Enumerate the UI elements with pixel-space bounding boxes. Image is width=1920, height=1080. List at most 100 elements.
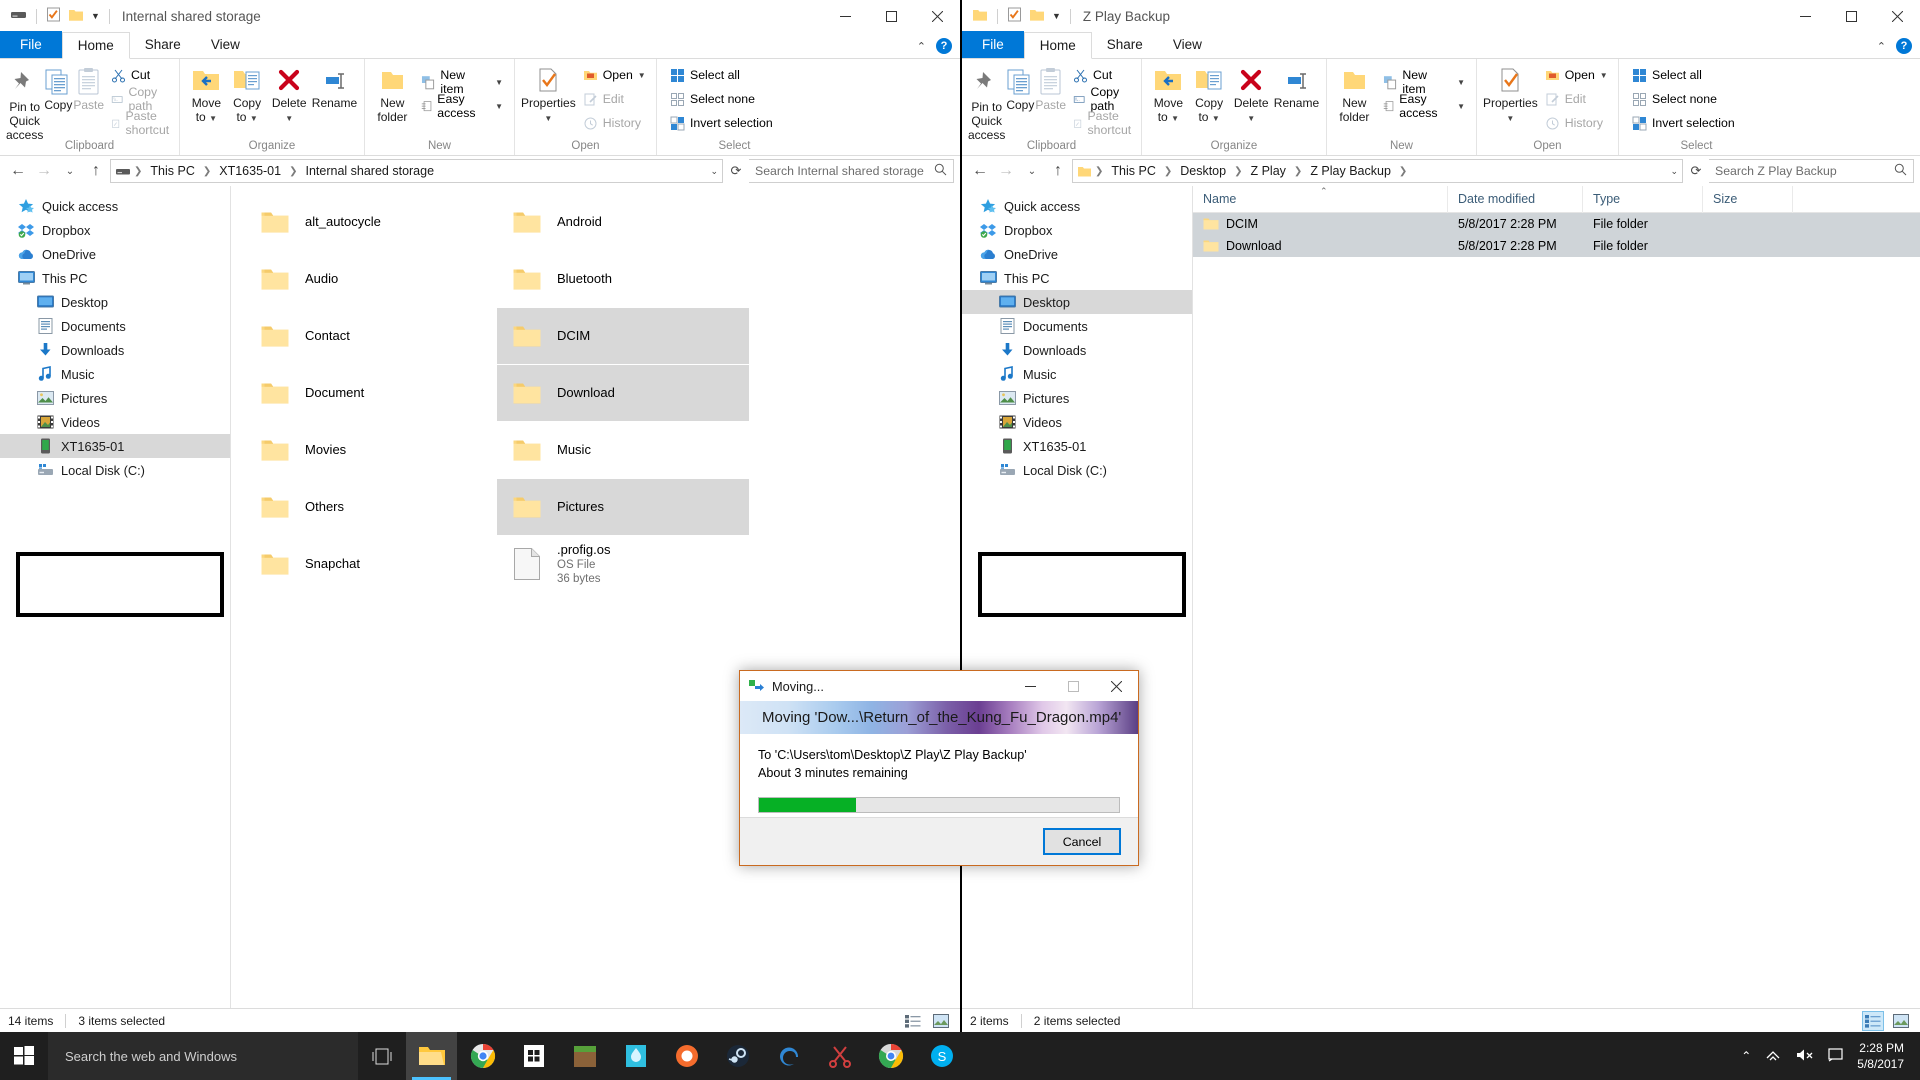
file-tile[interactable]: Document <box>245 365 497 421</box>
tab-file[interactable]: File <box>0 31 62 58</box>
breadcrumb-item-2[interactable]: Internal shared storage <box>300 163 439 179</box>
cut-button[interactable]: Cut <box>106 64 180 86</box>
file-tile[interactable]: Download <box>497 365 749 421</box>
file-tile[interactable]: alt_autocycle <box>245 194 497 250</box>
taskbar-app-sims[interactable] <box>610 1032 661 1080</box>
breadcrumb-item-0[interactable]: This PC <box>145 163 199 179</box>
file-tile[interactable]: Bluetooth <box>497 251 749 307</box>
taskbar-search-input[interactable]: Search the web and Windows <box>48 1032 358 1080</box>
file-tile[interactable]: Pictures <box>497 479 749 535</box>
move-to-button[interactable]: Move to ▼ <box>1148 63 1189 125</box>
breadcrumb-item-1[interactable]: Desktop <box>1175 163 1231 179</box>
open-button[interactable]: Open ▼ <box>578 64 651 86</box>
collapse-ribbon-icon[interactable]: ⌃ <box>1877 40 1886 53</box>
nav-item-local-disk-c[interactable]: Local Disk (C:) <box>0 458 230 482</box>
help-icon[interactable]: ? <box>1896 38 1912 54</box>
file-list-pane-left[interactable]: alt_autocycle Android Audio Bluetooth Contac… <box>230 186 960 1008</box>
cut-button[interactable]: Cut <box>1068 64 1142 86</box>
search-input[interactable]: Search Internal shared storage <box>749 159 954 183</box>
nav-item-pictures[interactable]: Pictures <box>962 386 1192 410</box>
properties-icon[interactable] <box>1007 7 1022 25</box>
select-none-button[interactable]: Select none <box>665 88 778 110</box>
move-to-button[interactable]: Move to ▼ <box>186 63 227 125</box>
taskbar-app-skype[interactable]: S <box>916 1032 967 1080</box>
nav-item-music[interactable]: Music <box>962 362 1192 386</box>
file-tile[interactable]: Contact <box>245 308 497 364</box>
new-folder-icon[interactable] <box>1029 8 1045 25</box>
tab-view[interactable]: View <box>196 31 255 58</box>
help-icon[interactable]: ? <box>936 38 952 54</box>
taskbar-app-chrome-2[interactable] <box>865 1032 916 1080</box>
nav-item-xt1635-01[interactable]: XT1635-01 <box>962 434 1192 458</box>
properties-icon[interactable] <box>46 7 61 25</box>
breadcrumb-item-0[interactable]: This PC <box>1106 163 1160 179</box>
file-tile[interactable]: Snapchat <box>245 536 497 592</box>
copy-button[interactable]: Copy <box>1005 63 1035 113</box>
tab-home[interactable]: Home <box>61 32 130 59</box>
file-list-pane-right[interactable]: Name ⌃ Date modified Type Size DCIM 5/8/2017 … <box>1192 186 1920 1008</box>
open-button[interactable]: Open ▼ <box>1540 64 1613 86</box>
table-row[interactable]: Download 5/8/2017 2:28 PM File folder <box>1193 235 1920 257</box>
tab-file[interactable]: File <box>962 31 1024 58</box>
close-button[interactable] <box>914 0 960 32</box>
select-all-button[interactable]: Select all <box>665 64 778 86</box>
nav-item-documents[interactable]: Documents <box>962 314 1192 338</box>
refresh-button[interactable]: ⟳ <box>1685 159 1707 183</box>
breadcrumb-item-3[interactable]: Z Play Backup <box>1305 163 1396 179</box>
select-all-button[interactable]: Select all <box>1627 64 1740 86</box>
dialog-close-button[interactable] <box>1095 671 1138 701</box>
breadcrumb-item-2[interactable]: Z Play <box>1245 163 1290 179</box>
new-folder-button[interactable]: New folder <box>1333 63 1376 125</box>
minimize-button[interactable] <box>822 0 868 32</box>
new-folder-icon[interactable] <box>68 8 84 25</box>
taskbar-app-file-explorer[interactable] <box>406 1032 457 1080</box>
file-tile[interactable]: Music <box>497 422 749 478</box>
file-tile[interactable]: Movies <box>245 422 497 478</box>
cancel-button[interactable]: Cancel <box>1043 828 1121 855</box>
easy-access-button[interactable]: Easy access ▼ <box>1378 92 1470 120</box>
breadcrumb-dropdown-icon[interactable]: ⌄ <box>1670 166 1678 177</box>
taskbar-app-chrome[interactable] <box>457 1032 508 1080</box>
new-item-button[interactable]: New item ▼ <box>416 68 508 96</box>
details-view-button[interactable] <box>902 1011 924 1031</box>
forward-button[interactable]: → <box>32 159 56 183</box>
recent-locations-button[interactable]: ⌄ <box>1020 159 1044 183</box>
search-input[interactable]: Search Z Play Backup <box>1709 159 1914 183</box>
invert-selection-button[interactable]: Invert selection <box>665 112 778 134</box>
large-icons-view-button[interactable] <box>1890 1011 1912 1031</box>
breadcrumb[interactable]: ❯ This PC ❯ XT1635-01 ❯ Internal shared … <box>110 159 723 183</box>
nav-item-quick-access[interactable]: Quick access <box>962 194 1192 218</box>
clock[interactable]: 2:28 PM 5/8/2017 <box>1857 1040 1904 1072</box>
delete-button[interactable]: Delete ▼ <box>1229 63 1272 125</box>
table-row[interactable]: DCIM 5/8/2017 2:28 PM File folder <box>1193 213 1920 235</box>
file-tile[interactable]: .profig.os OS File 36 bytes <box>497 536 749 592</box>
nav-item-downloads[interactable]: Downloads <box>0 338 230 362</box>
nav-item-onedrive[interactable]: OneDrive <box>962 242 1192 266</box>
file-tile[interactable]: Audio <box>245 251 497 307</box>
column-header-name[interactable]: Name ⌃ <box>1193 186 1448 213</box>
nav-item-desktop[interactable]: Desktop <box>0 290 230 314</box>
taskbar-app-store[interactable] <box>508 1032 559 1080</box>
nav-item-music[interactable]: Music <box>0 362 230 386</box>
invert-selection-button[interactable]: Invert selection <box>1627 112 1740 134</box>
refresh-button[interactable]: ⟳ <box>725 159 747 183</box>
new-item-button[interactable]: New item ▼ <box>1378 68 1470 96</box>
nav-item-this-pc[interactable]: This PC <box>0 266 230 290</box>
new-folder-button[interactable]: New folder <box>371 63 414 125</box>
nav-item-documents[interactable]: Documents <box>0 314 230 338</box>
taskbar-app-minecraft[interactable] <box>559 1032 610 1080</box>
tab-share[interactable]: Share <box>1092 31 1158 58</box>
up-button[interactable]: ↑ <box>84 159 108 183</box>
task-view-button[interactable] <box>358 1032 406 1080</box>
nav-item-desktop[interactable]: Desktop <box>962 290 1192 314</box>
nav-item-this-pc[interactable]: This PC <box>962 266 1192 290</box>
nav-item-pictures[interactable]: Pictures <box>0 386 230 410</box>
delete-button[interactable]: Delete ▼ <box>267 63 310 125</box>
back-button[interactable]: ← <box>968 159 992 183</box>
nav-item-videos[interactable]: Videos <box>0 410 230 434</box>
nav-item-local-disk-c[interactable]: Local Disk (C:) <box>962 458 1192 482</box>
select-none-button[interactable]: Select none <box>1627 88 1740 110</box>
copy-to-button[interactable]: Copy to ▼ <box>227 63 268 125</box>
properties-button[interactable]: Properties ▼ <box>521 63 576 125</box>
pin-to-quick-access-button[interactable]: Pin to Quick access <box>6 63 43 142</box>
